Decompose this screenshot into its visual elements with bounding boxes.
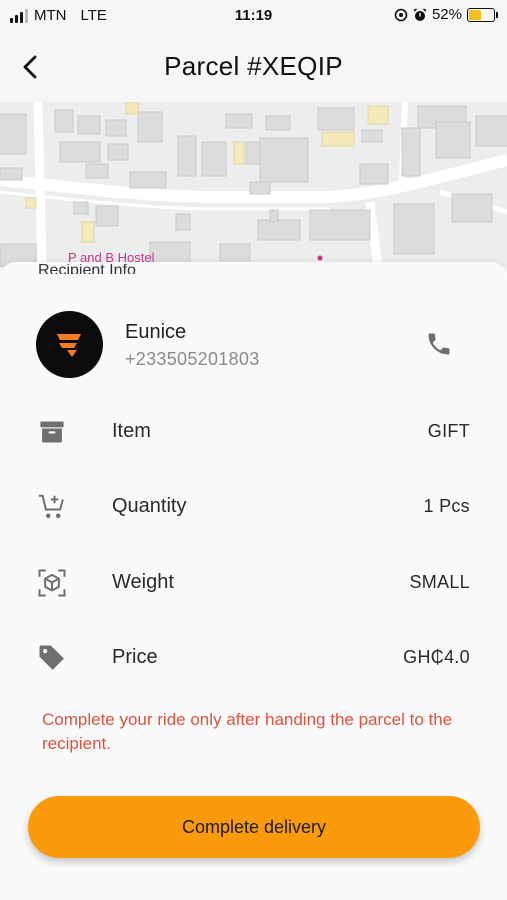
recipient-section-title: Recipient Info	[38, 264, 136, 274]
location-icon	[394, 8, 408, 21]
price-tag-icon	[36, 642, 68, 674]
delivery-warning-text: Complete your ride only after handing th…	[42, 710, 453, 753]
detail-label-quantity: Quantity	[112, 495, 187, 517]
detail-value-quantity: 1 Pcs	[423, 496, 470, 516]
status-bar: MTN LTE 11:19 52%	[0, 0, 507, 32]
battery-level	[469, 9, 482, 20]
cube-scan-icon	[36, 567, 68, 599]
recipient-name: Eunice	[125, 321, 187, 343]
detail-value-item: GIFT	[427, 421, 470, 441]
detail-row-quantity: Quantity 1 Pcs	[36, 487, 472, 527]
map-tiles	[0, 102, 507, 267]
detail-value-price: GH₵4.0	[403, 647, 470, 667]
detail-label-price: Price	[112, 646, 158, 668]
battery-icon	[467, 7, 498, 22]
cart-add-icon	[36, 491, 68, 523]
battery-percent: 52%	[431, 6, 462, 23]
detail-value-weight: SMALL	[409, 572, 470, 592]
detail-row-item: Item GIFT	[36, 412, 472, 452]
complete-delivery-button[interactable]: Complete delivery	[28, 796, 480, 858]
archive-box-icon	[36, 416, 68, 448]
detail-row-price: Price GH₵4.0	[36, 638, 472, 678]
page-title: Parcel #XEQIP	[164, 51, 343, 81]
map-view[interactable]: P and B Hostel	[0, 102, 507, 267]
detail-label-weight: Weight	[112, 571, 174, 593]
call-button[interactable]	[422, 327, 456, 361]
recipient-card: Eunice +233505201803	[36, 311, 476, 381]
brand-logo-icon	[56, 333, 81, 357]
phone-icon	[428, 333, 450, 355]
recipient-phone: +233505201803	[125, 349, 260, 369]
detail-label-item: Item	[112, 420, 151, 442]
detail-row-weight: Weight SMALL	[36, 563, 472, 603]
header: Parcel #XEQIP	[0, 32, 507, 102]
status-right: 52%	[394, 6, 498, 23]
alarm-icon	[413, 7, 427, 21]
avatar	[36, 311, 103, 378]
parcel-details-sheet: Recipient Info Eunice +233505201803 Item…	[0, 262, 507, 900]
